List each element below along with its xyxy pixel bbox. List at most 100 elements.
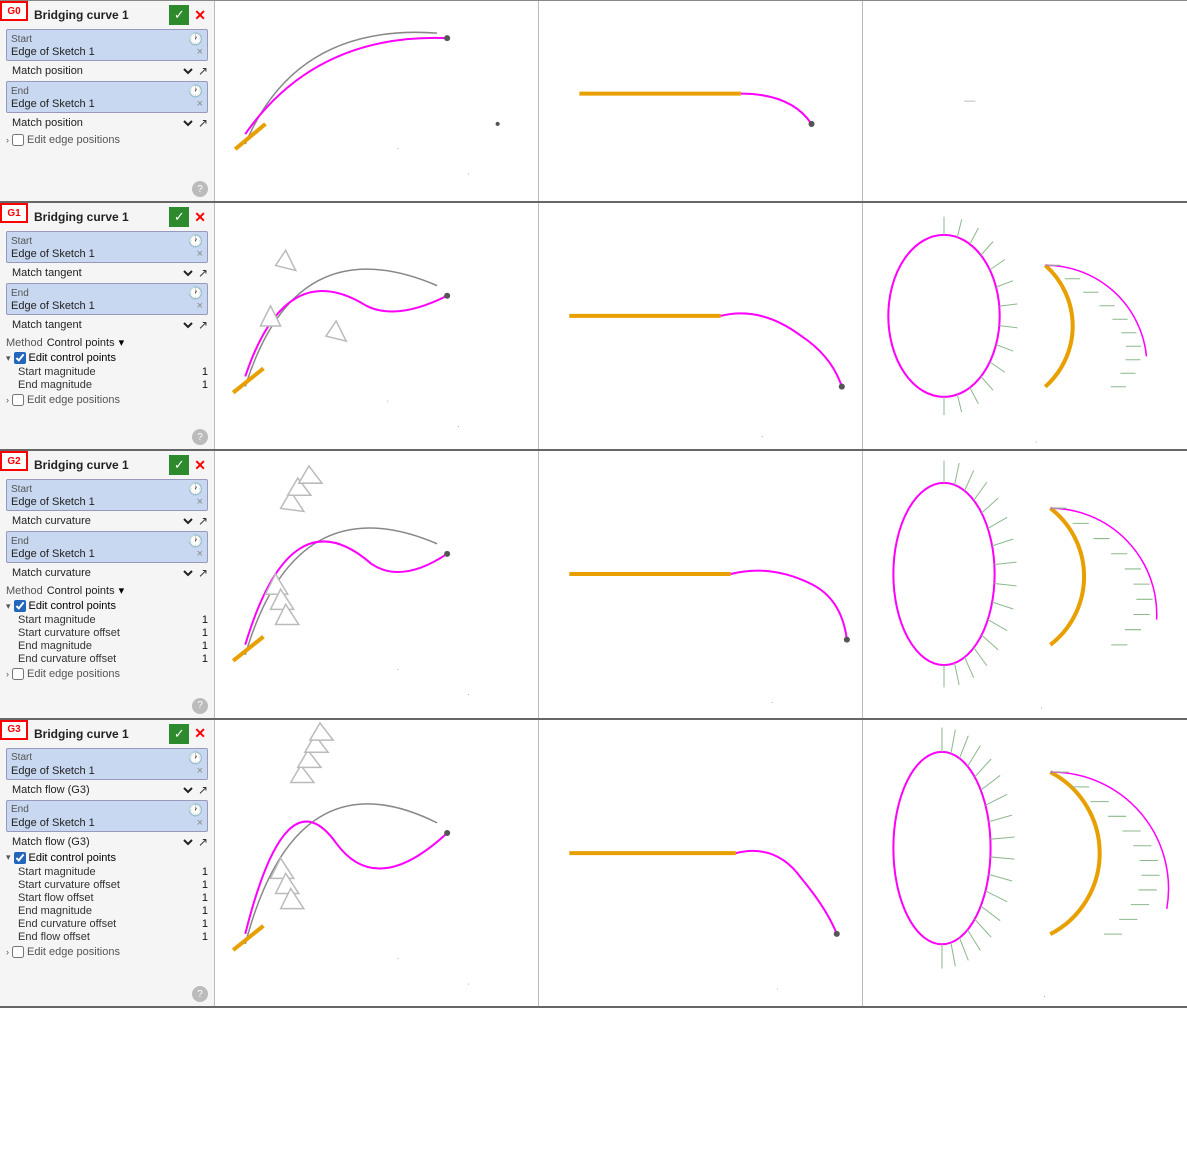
end-clock-icon[interactable] bbox=[188, 286, 203, 300]
cancel-button[interactable]: ✕ bbox=[192, 5, 208, 25]
svg-text:.: . bbox=[397, 142, 399, 151]
end-edge-value: Edge of Sketch 1 × bbox=[11, 548, 203, 560]
method-row: Method Control points ▾ bbox=[6, 584, 208, 597]
start-edge-clear[interactable]: × bbox=[197, 765, 203, 777]
start-edge-value: Edge of Sketch 1 × bbox=[11, 496, 203, 508]
end-clock-icon[interactable] bbox=[188, 803, 203, 817]
panel-g0: G0 Bridging curve 1 ✓ ✕ Start Edge of Sk… bbox=[0, 1, 215, 201]
svg-text:.: . bbox=[1043, 990, 1045, 999]
start-match-select[interactable]: Match position bbox=[6, 63, 196, 79]
cancel-button[interactable]: ✕ bbox=[192, 724, 208, 744]
svg-text:.: . bbox=[467, 689, 469, 698]
canvas-cell-g3-1: . bbox=[539, 720, 863, 1007]
edit-edge-checkbox[interactable] bbox=[12, 134, 24, 146]
end-match-row: Match tangent ↗ bbox=[6, 317, 208, 333]
start-match-select[interactable]: Match tangent bbox=[6, 265, 196, 281]
edit-control-checkbox[interactable] bbox=[14, 600, 26, 612]
edit-control-label: Edit control points bbox=[29, 600, 116, 612]
confirm-button[interactable]: ✓ bbox=[169, 207, 189, 227]
edit-edge-checkbox[interactable] bbox=[12, 394, 24, 406]
svg-text:.: . bbox=[397, 952, 399, 961]
start-match-row: Match tangent ↗ bbox=[6, 265, 208, 281]
help-icon[interactable]: ? bbox=[192, 429, 208, 445]
svg-text:.: . bbox=[467, 977, 469, 986]
canvas-cell-g3-2: . bbox=[863, 720, 1187, 1007]
param-row: End magnitude 1 bbox=[18, 640, 208, 652]
edit-edge-chevron[interactable]: › bbox=[6, 395, 9, 405]
start-edge-value: Edge of Sketch 1 × bbox=[11, 248, 203, 260]
confirm-button[interactable]: ✓ bbox=[169, 5, 189, 25]
edit-control-checkbox[interactable] bbox=[14, 852, 26, 864]
confirm-button[interactable]: ✓ bbox=[169, 455, 189, 475]
start-match-select[interactable]: Match flow (G3) bbox=[6, 782, 196, 798]
row-badge-g0: G0 bbox=[0, 1, 28, 21]
end-clock-icon[interactable] bbox=[188, 84, 203, 98]
edit-edge-checkbox[interactable] bbox=[12, 946, 24, 958]
method-dropdown-icon[interactable]: ▾ bbox=[119, 336, 125, 349]
start-match-select[interactable]: Match curvature bbox=[6, 513, 196, 529]
panel-title-row: Bridging curve 1 ✓ ✕ bbox=[6, 207, 208, 227]
edit-edge-checkbox[interactable] bbox=[12, 668, 24, 680]
start-match-row: Match curvature ↗ bbox=[6, 513, 208, 529]
canvas-cell-g3-0: . . bbox=[215, 720, 539, 1007]
start-clock-icon[interactable] bbox=[188, 32, 203, 46]
end-edge-name: Edge of Sketch 1 bbox=[11, 548, 95, 560]
edit-control-checkbox[interactable] bbox=[14, 352, 26, 364]
panel-title: Bridging curve 1 bbox=[34, 8, 129, 22]
canvas-cell-g1-2: . bbox=[863, 203, 1187, 449]
end-edge-value: Edge of Sketch 1 × bbox=[11, 300, 203, 312]
param-row: Start magnitude 1 bbox=[18, 614, 208, 626]
param-label: End flow offset bbox=[18, 931, 90, 943]
method-row: Method Control points ▾ bbox=[6, 336, 208, 349]
edit-control-chevron[interactable]: ▾ bbox=[6, 601, 11, 612]
method-value: Control points bbox=[47, 585, 115, 597]
start-match-arrow-icon: ↗ bbox=[198, 266, 208, 280]
end-clock-icon[interactable] bbox=[188, 534, 203, 548]
end-edge-clear[interactable]: × bbox=[197, 300, 203, 312]
param-value: 1 bbox=[202, 879, 208, 891]
start-edge-clear[interactable]: × bbox=[197, 496, 203, 508]
param-value: 1 bbox=[202, 931, 208, 943]
svg-text:.: . bbox=[457, 420, 459, 429]
start-edge-section: Start Edge of Sketch 1 × bbox=[6, 748, 208, 780]
start-edge-clear[interactable]: × bbox=[197, 46, 203, 58]
method-dropdown-icon[interactable]: ▾ bbox=[119, 584, 125, 597]
end-match-select[interactable]: Match tangent bbox=[6, 317, 196, 333]
end-match-arrow-icon: ↗ bbox=[198, 835, 208, 849]
panel-actions: ✓ ✕ bbox=[169, 724, 208, 744]
edit-edge-chevron[interactable]: › bbox=[6, 135, 9, 145]
confirm-button[interactable]: ✓ bbox=[169, 724, 189, 744]
panel-title-row: Bridging curve 1 ✓ ✕ bbox=[6, 5, 208, 25]
end-edge-clear[interactable]: × bbox=[197, 817, 203, 829]
row-g2: G2 Bridging curve 1 ✓ ✕ Start Edge of Sk… bbox=[0, 451, 1187, 719]
panel-actions: ✓ ✕ bbox=[169, 207, 208, 227]
start-edge-section: Start Edge of Sketch 1 × bbox=[6, 231, 208, 263]
end-match-select[interactable]: Match curvature bbox=[6, 565, 196, 581]
edit-edge-chevron[interactable]: › bbox=[6, 947, 9, 957]
start-edge-label: Start bbox=[11, 234, 203, 248]
end-match-select[interactable]: Match position bbox=[6, 115, 196, 131]
help-icon[interactable]: ? bbox=[192, 181, 208, 197]
start-edge-clear[interactable]: × bbox=[197, 248, 203, 260]
start-clock-icon[interactable] bbox=[188, 234, 203, 248]
start-clock-icon[interactable] bbox=[188, 751, 203, 765]
cancel-button[interactable]: ✕ bbox=[192, 207, 208, 227]
edit-edge-chevron[interactable]: › bbox=[6, 669, 9, 679]
param-value: 1 bbox=[202, 640, 208, 652]
param-label: Start magnitude bbox=[18, 866, 96, 878]
end-edge-name: Edge of Sketch 1 bbox=[11, 98, 95, 110]
edit-control-chevron[interactable]: ▾ bbox=[6, 353, 11, 364]
edit-control-chevron[interactable]: ▾ bbox=[6, 852, 11, 863]
row-g0: G0 Bridging curve 1 ✓ ✕ Start Edge of Sk… bbox=[0, 1, 1187, 203]
help-icon[interactable]: ? bbox=[192, 698, 208, 714]
start-clock-icon[interactable] bbox=[188, 482, 203, 496]
end-edge-clear[interactable]: × bbox=[197, 548, 203, 560]
cancel-button[interactable]: ✕ bbox=[192, 455, 208, 475]
help-icon[interactable]: ? bbox=[192, 986, 208, 1002]
end-edge-label: End bbox=[11, 534, 203, 548]
canvas-cell-g0-1 bbox=[539, 1, 863, 201]
end-match-select[interactable]: Match flow (G3) bbox=[6, 834, 196, 850]
end-edge-clear[interactable]: × bbox=[197, 98, 203, 110]
edit-edge-label: Edit edge positions bbox=[27, 394, 120, 406]
canvas-cell-g2-1: . bbox=[539, 451, 863, 717]
